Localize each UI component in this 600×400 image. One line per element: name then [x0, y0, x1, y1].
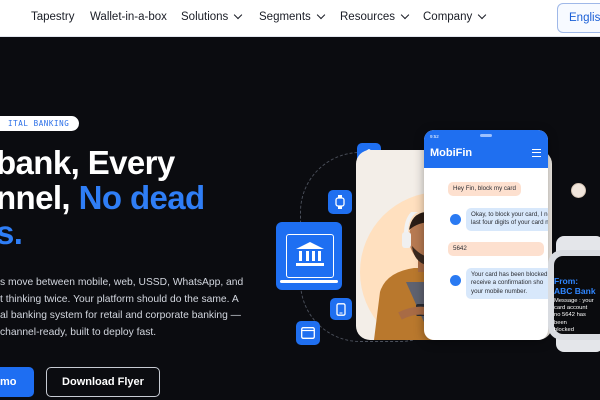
- nav-resources[interactable]: Resources: [340, 10, 410, 23]
- laptop-base: [280, 280, 338, 283]
- bot-avatar-icon: [450, 214, 461, 225]
- mobile-channel-tile: [330, 298, 352, 320]
- bot-message: Your card has been blocked receive a conf…: [466, 268, 548, 300]
- user-avatar: [571, 183, 586, 198]
- headline-line-3: s.: [0, 214, 23, 251]
- nav-wallet-label: Wallet-in-a-box: [90, 11, 167, 23]
- nav-resources-label: Resources: [340, 11, 395, 23]
- chevron-down-icon: [477, 10, 487, 20]
- bot-message-text: Your card has been blocked receive a conf…: [471, 271, 548, 295]
- language-label: English: [569, 12, 600, 24]
- phone-status-time: 9:52: [430, 134, 439, 139]
- nav-tapestry[interactable]: Tapestry: [31, 11, 74, 23]
- demo-button[interactable]: mo: [0, 367, 34, 397]
- nav-solutions-label: Solutions: [181, 11, 229, 23]
- mobile-phone-icon: [336, 302, 346, 316]
- mobifin-phone-mockup: 9:52 MobiFin Hey Fin, block my card Okay…: [424, 130, 548, 340]
- bank-building-icon: [296, 242, 324, 266]
- chevron-down-icon: [316, 10, 326, 20]
- watch-message: Message : your card account no 5642 has be…: [554, 298, 594, 333]
- download-flyer-button[interactable]: Download Flyer: [46, 367, 160, 397]
- web-channel-tile: [296, 321, 320, 345]
- smartwatch-icon: [335, 195, 345, 209]
- description-line: al banking system for retail and corpora…: [0, 310, 241, 321]
- hero-description: s move between mobile, web, USSD, WhatsA…: [0, 275, 250, 341]
- headline-line-2-white: nnel,: [0, 179, 71, 216]
- bot-message-text: Okay, to block your card, I need thelast…: [471, 211, 548, 227]
- description-line: channel-ready, built to deploy fast.: [0, 326, 157, 338]
- nav-wallet-in-a-box[interactable]: Wallet-in-a-box: [90, 11, 167, 23]
- smartwatch-channel-tile: [328, 190, 352, 214]
- headline-line-2-blue: No dead: [78, 179, 206, 216]
- user-message: 5642: [448, 242, 544, 257]
- watch-from-label: From: ABC Bank: [554, 276, 596, 296]
- bank-laptop-card: [276, 222, 342, 290]
- category-badge: ITAL BANKING: [0, 116, 80, 131]
- description-line: s move between mobile, web, USSD, WhatsA…: [0, 277, 244, 288]
- chevron-down-icon: [400, 10, 410, 20]
- phone-notch: [480, 134, 492, 137]
- headline-line-1: bank, Every: [0, 144, 175, 181]
- nav-company[interactable]: Company: [423, 10, 487, 23]
- menu-icon[interactable]: [532, 149, 541, 157]
- bot-message: Okay, to block your card, I need thelast…: [466, 208, 548, 231]
- nav-segments-label: Segments: [259, 11, 311, 23]
- bot-avatar-icon: [450, 275, 461, 286]
- headline-line-2: nnel, No dead: [0, 180, 205, 216]
- nav-company-label: Company: [423, 11, 473, 23]
- user-message: Hey Fin, block my card: [448, 182, 521, 197]
- language-selector[interactable]: English: [557, 3, 600, 33]
- nav-tapestry-label: Tapestry: [31, 11, 75, 23]
- web-browser-icon: [301, 327, 315, 339]
- app-name: MobiFin: [430, 147, 473, 159]
- nav-solutions[interactable]: Solutions: [181, 10, 243, 23]
- chevron-down-icon: [234, 10, 243, 20]
- description-line: t thinking twice. Your platform should d…: [0, 293, 239, 305]
- nav-segments[interactable]: Segments: [259, 10, 326, 23]
- top-nav: Tapestry Wallet-in-a-box Solutions Segme…: [0, 0, 600, 37]
